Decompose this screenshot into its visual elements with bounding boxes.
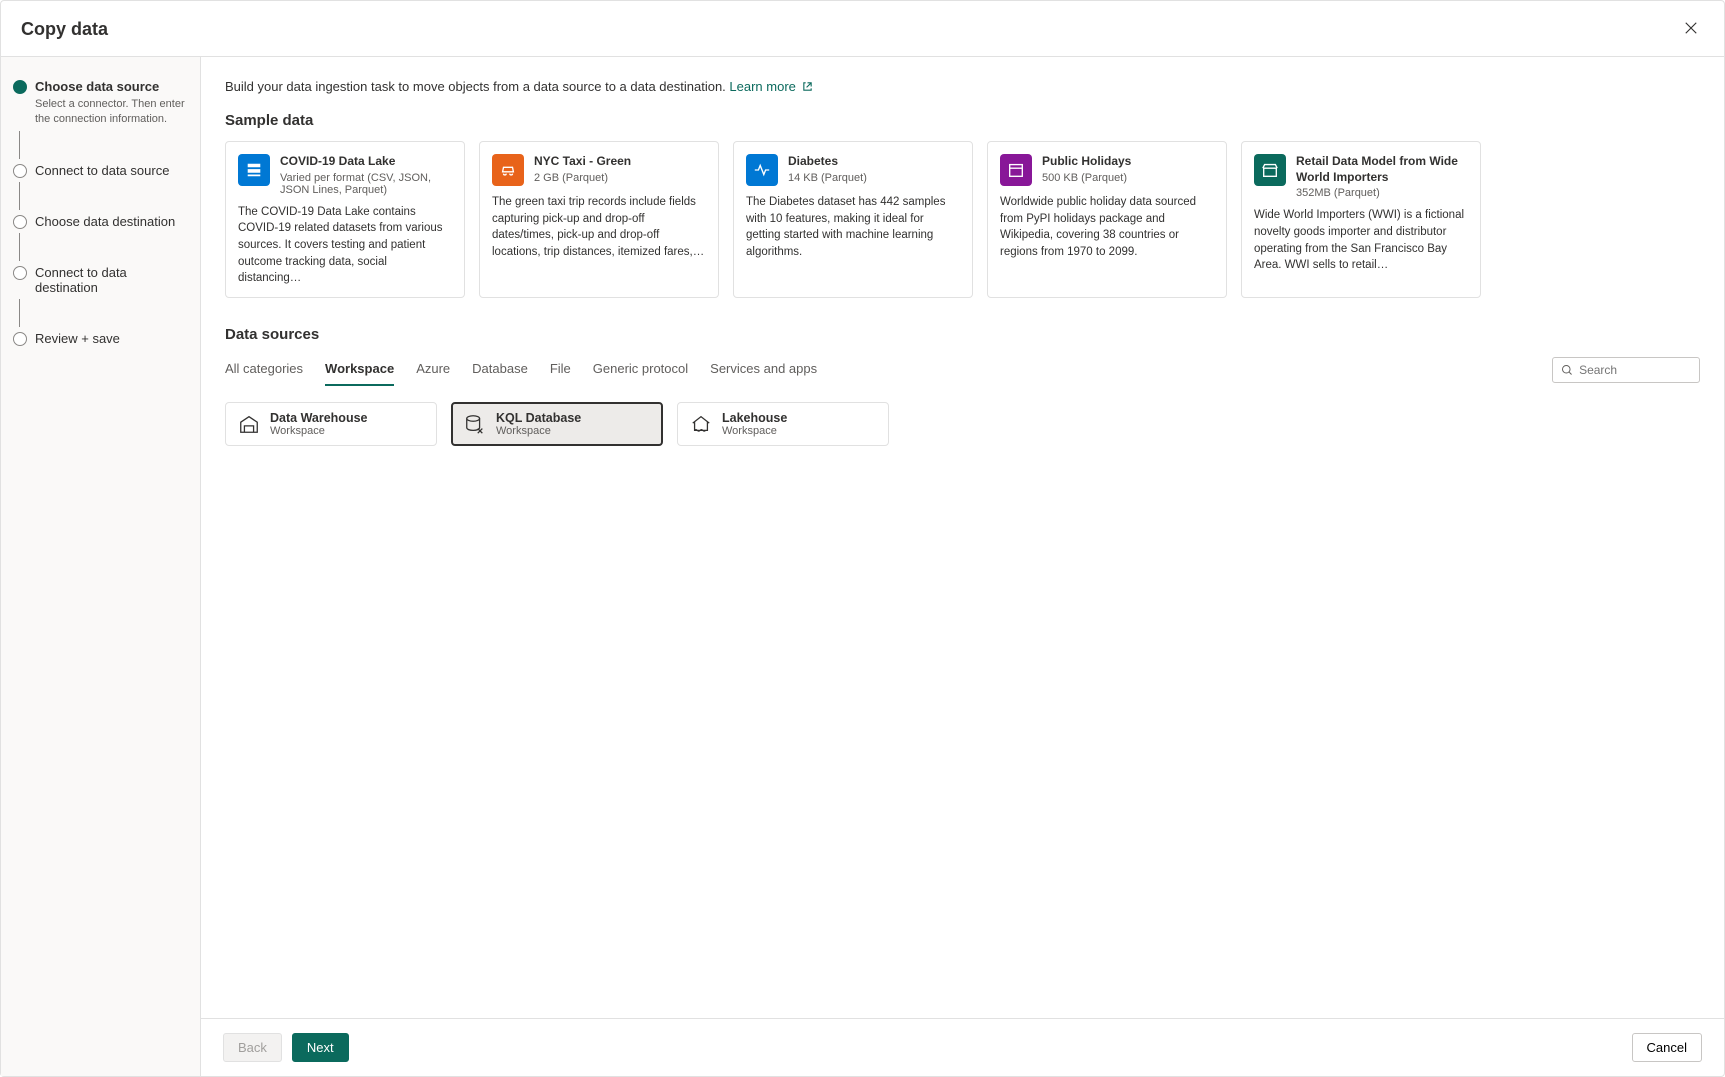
search-icon (1561, 363, 1573, 377)
card-meta: 500 KB (Parquet) (1042, 172, 1131, 184)
tab-workspace[interactable]: Workspace (325, 355, 394, 386)
wizard-sidebar: Choose data source Select a connector. T… (1, 57, 201, 1076)
step-label: Choose data destination (35, 214, 175, 229)
ds-sub: Workspace (496, 425, 581, 437)
calendar-icon (1000, 154, 1032, 186)
copy-data-dialog: Copy data Choose data source Select a co… (0, 0, 1725, 1077)
close-icon (1684, 21, 1698, 35)
back-button[interactable]: Back (223, 1033, 282, 1062)
step-sublabel: Select a connector. Then enter the conne… (35, 97, 188, 127)
ds-title: Lakehouse (722, 411, 787, 425)
sample-card-public-holidays[interactable]: Public Holidays 500 KB (Parquet) Worldwi… (987, 141, 1227, 298)
step-label: Choose data source (35, 79, 188, 94)
tabs-row: All categories Workspace Azure Database … (225, 355, 1700, 386)
sample-card-covid[interactable]: COVID-19 Data Lake Varied per format (CS… (225, 141, 465, 298)
cancel-button[interactable]: Cancel (1632, 1033, 1702, 1062)
sample-card-diabetes[interactable]: Diabetes 14 KB (Parquet) The Diabetes da… (733, 141, 973, 298)
ds-card-data-warehouse[interactable]: Data Warehouse Workspace (225, 402, 437, 446)
tab-database[interactable]: Database (472, 355, 528, 386)
external-link-icon (802, 81, 813, 92)
main-panel: Build your data ingestion task to move o… (201, 57, 1724, 1076)
pulse-icon (746, 154, 778, 186)
step-choose-data-source[interactable]: Choose data source Select a connector. T… (13, 79, 188, 127)
step-connector (19, 182, 20, 210)
card-meta: 352MB (Parquet) (1296, 187, 1468, 199)
dialog-body: Choose data source Select a connector. T… (1, 57, 1724, 1076)
data-source-grid: Data Warehouse Workspace KQL Database Wo… (225, 402, 1700, 446)
close-button[interactable] (1678, 15, 1704, 44)
card-title: Public Holidays (1042, 154, 1131, 170)
dialog-header: Copy data (1, 1, 1724, 57)
card-title: Retail Data Model from Wide World Import… (1296, 154, 1468, 185)
data-sources-heading: Data sources (225, 326, 1700, 343)
warehouse-icon (238, 413, 260, 435)
step-marker-icon (13, 332, 27, 346)
ds-sub: Workspace (722, 425, 787, 437)
sample-card-retail-wwi[interactable]: Retail Data Model from Wide World Import… (1241, 141, 1481, 298)
dialog-title: Copy data (21, 19, 108, 40)
tab-file[interactable]: File (550, 355, 571, 386)
step-connect-to-data-source[interactable]: Connect to data source (13, 163, 188, 178)
dialog-footer: Back Next Cancel (201, 1018, 1724, 1076)
card-title: COVID-19 Data Lake (280, 154, 452, 170)
intro-body: Build your data ingestion task to move o… (225, 79, 729, 94)
tab-services-and-apps[interactable]: Services and apps (710, 355, 817, 386)
ds-sub: Workspace (270, 425, 367, 437)
ds-title: KQL Database (496, 411, 581, 425)
step-label: Connect to data source (35, 163, 169, 178)
step-choose-data-destination[interactable]: Choose data destination (13, 214, 188, 229)
card-desc: Worldwide public holiday data sourced fr… (1000, 194, 1214, 261)
ds-card-kql-database[interactable]: KQL Database Workspace (451, 402, 663, 446)
sample-data-heading: Sample data (225, 112, 1700, 129)
sample-data-grid: COVID-19 Data Lake Varied per format (CS… (225, 141, 1700, 298)
card-meta: 14 KB (Parquet) (788, 172, 867, 184)
car-icon (492, 154, 524, 186)
step-marker-icon (13, 164, 27, 178)
step-review-save[interactable]: Review + save (13, 331, 188, 346)
tab-all-categories[interactable]: All categories (225, 355, 303, 386)
tab-generic-protocol[interactable]: Generic protocol (593, 355, 688, 386)
step-connect-to-data-destination[interactable]: Connect to data destination (13, 265, 188, 295)
step-marker-icon (13, 80, 27, 94)
card-desc: The green taxi trip records include fiel… (492, 194, 706, 261)
learn-more-link[interactable]: Learn more (729, 79, 812, 94)
search-input[interactable] (1579, 363, 1691, 377)
lakehouse-icon (690, 413, 712, 435)
card-meta: 2 GB (Parquet) (534, 172, 631, 184)
card-meta: Varied per format (CSV, JSON, JSON Lines… (280, 172, 452, 196)
ds-title: Data Warehouse (270, 411, 367, 425)
content-area: Build your data ingestion task to move o… (201, 57, 1724, 1018)
step-connector (19, 233, 20, 261)
card-desc: Wide World Importers (WWI) is a fictiona… (1254, 207, 1468, 274)
learn-more-label: Learn more (729, 79, 795, 94)
data-lake-icon (238, 154, 270, 186)
step-connector (19, 131, 20, 159)
ds-card-lakehouse[interactable]: Lakehouse Workspace (677, 402, 889, 446)
card-title: Diabetes (788, 154, 867, 170)
category-tabs: All categories Workspace Azure Database … (225, 355, 817, 386)
step-connector (19, 299, 20, 327)
card-desc: The COVID-19 Data Lake contains COVID-19… (238, 204, 452, 287)
store-icon (1254, 154, 1286, 186)
step-marker-icon (13, 215, 27, 229)
step-label: Connect to data destination (35, 265, 188, 295)
step-marker-icon (13, 266, 27, 280)
database-icon (464, 413, 486, 435)
step-label: Review + save (35, 331, 120, 346)
search-box[interactable] (1552, 357, 1700, 383)
card-desc: The Diabetes dataset has 442 samples wit… (746, 194, 960, 261)
tab-azure[interactable]: Azure (416, 355, 450, 386)
intro-text: Build your data ingestion task to move o… (225, 79, 1700, 94)
sample-card-nyc-taxi[interactable]: NYC Taxi - Green 2 GB (Parquet) The gree… (479, 141, 719, 298)
next-button[interactable]: Next (292, 1033, 349, 1062)
card-title: NYC Taxi - Green (534, 154, 631, 170)
